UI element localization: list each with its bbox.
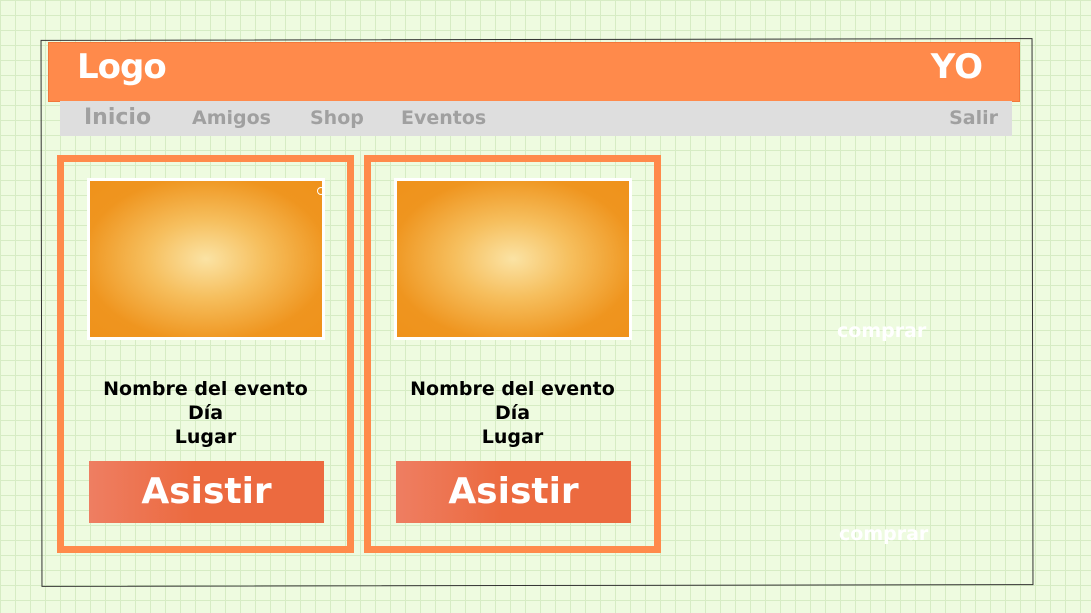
nav-item-inicio[interactable]: Inicio xyxy=(84,105,151,130)
buy-link[interactable]: comprar xyxy=(837,320,926,342)
event-card: Nombre del evento Día Lugar Asistir xyxy=(364,155,661,553)
buy-link[interactable]: comprar xyxy=(839,523,928,545)
attend-button[interactable]: Asistir xyxy=(396,461,631,523)
image-marker-icon xyxy=(317,187,325,195)
event-name: Nombre del evento xyxy=(103,378,308,400)
event-day: Día xyxy=(494,402,531,424)
nav-item-shop[interactable]: Shop xyxy=(310,107,364,129)
event-day: Día xyxy=(187,402,224,424)
event-image xyxy=(394,178,632,340)
logo[interactable]: Logo xyxy=(77,47,167,87)
event-place: Lugar xyxy=(174,426,237,448)
nav-item-amigos[interactable]: Amigos xyxy=(192,107,271,129)
user-profile-link[interactable]: YO xyxy=(931,47,983,87)
event-info: Nombre del evento Día Lugar xyxy=(64,377,347,449)
event-name: Nombre del evento xyxy=(410,378,615,400)
header-bar: Logo YO xyxy=(48,42,1020,102)
event-info: Nombre del evento Día Lugar xyxy=(371,377,654,449)
event-card: Nombre del evento Día Lugar Asistir xyxy=(57,155,354,553)
event-place: Lugar xyxy=(481,426,544,448)
attend-button[interactable]: Asistir xyxy=(89,461,324,523)
logout-link[interactable]: Salir xyxy=(949,107,998,129)
nav-item-eventos[interactable]: Eventos xyxy=(401,107,486,129)
event-image xyxy=(87,178,325,340)
nav-bar: Inicio Amigos Shop Eventos Salir xyxy=(60,101,1012,136)
